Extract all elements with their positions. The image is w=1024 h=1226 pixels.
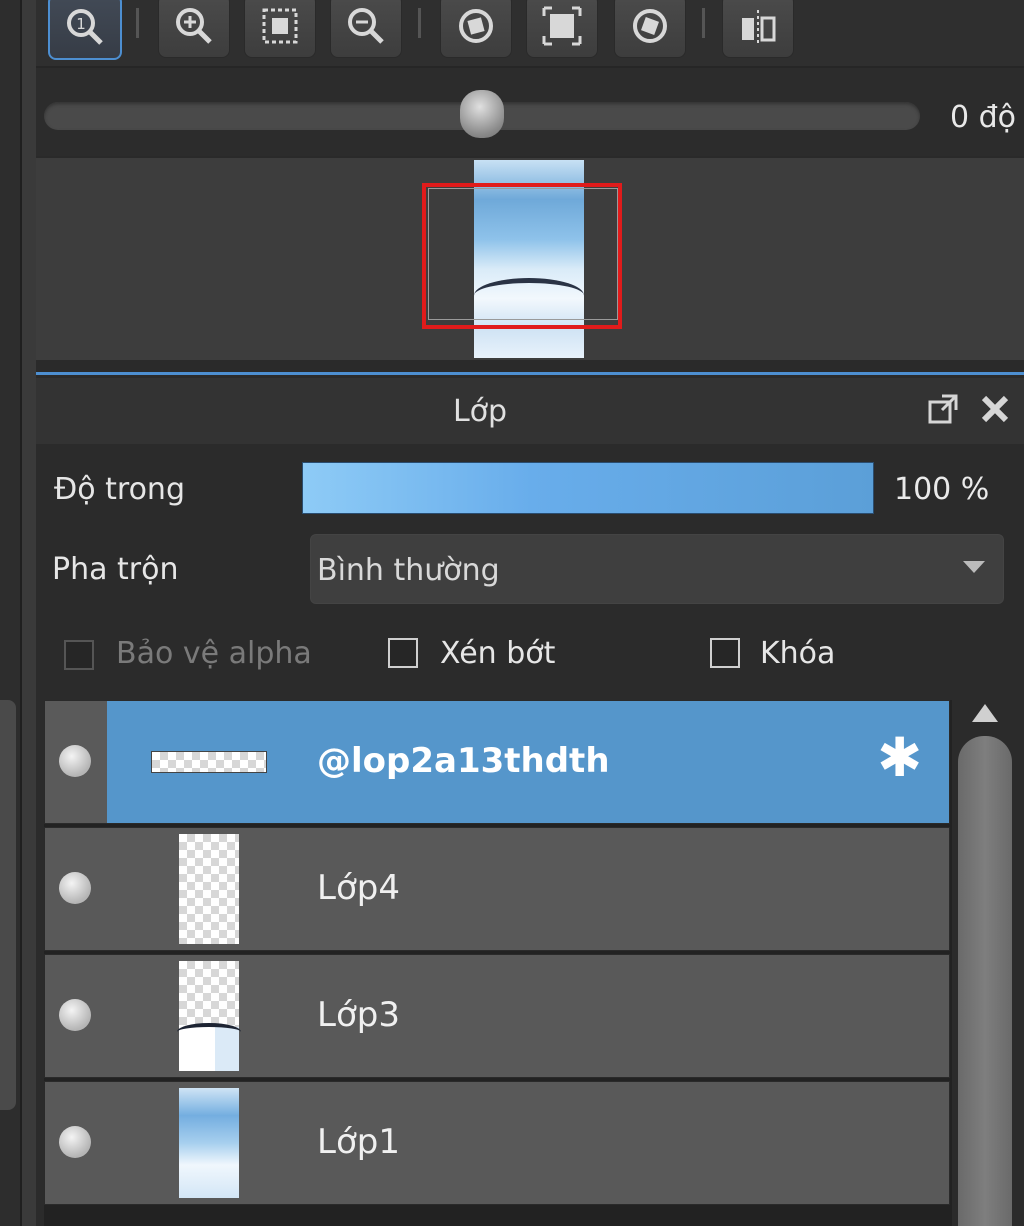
layer-panel-title: Lớp xyxy=(452,394,508,429)
layer-name: Lớp1 xyxy=(317,1122,400,1162)
reset-view-button[interactable] xyxy=(526,0,598,58)
zoom-in-icon xyxy=(176,8,212,44)
navigator-toolbar: 1 xyxy=(36,0,1024,68)
layer-thumbnail xyxy=(151,751,267,773)
scrollbar-thumb[interactable] xyxy=(958,736,1012,1226)
layer-row[interactable]: Lớp1 xyxy=(44,1081,950,1205)
rotate-left-button[interactable] xyxy=(440,0,512,58)
reset-view-icon xyxy=(542,6,582,46)
layer-panel-header: Lớp xyxy=(36,378,1024,444)
panel-divider[interactable] xyxy=(36,372,1024,375)
alpha-protect-checkbox[interactable] xyxy=(64,640,94,670)
layer-list-scrollbar[interactable] xyxy=(956,700,1016,1226)
toolbar-separator xyxy=(702,8,705,38)
flip-horizontal-button[interactable] xyxy=(722,0,794,58)
opacity-slider[interactable] xyxy=(302,462,874,514)
popout-icon[interactable] xyxy=(926,392,960,426)
viewport-indicator[interactable] xyxy=(422,183,622,329)
left-panel-edge xyxy=(0,0,36,1226)
alpha-protect-label: Bảo vệ alpha xyxy=(116,636,312,671)
layer-thumbnail-arc xyxy=(177,1023,241,1041)
fit-screen-button[interactable] xyxy=(244,0,316,58)
visibility-icon xyxy=(59,999,91,1031)
svg-text:1: 1 xyxy=(76,15,86,33)
visibility-icon xyxy=(59,872,91,904)
layer-name: Lớp3 xyxy=(317,995,400,1035)
toolbar-separator xyxy=(418,8,421,38)
zoom-out-icon xyxy=(348,8,384,44)
layer-thumbnail xyxy=(177,961,241,1071)
left-scrollbar-thumb[interactable] xyxy=(0,700,16,1110)
visibility-icon xyxy=(59,745,91,777)
navigator-panel: 1 0 độ xyxy=(36,0,1024,372)
zoom-actual-button[interactable]: 1 xyxy=(48,0,122,60)
blend-mode-value: Bình thường xyxy=(317,553,500,588)
rotation-value: 0 độ xyxy=(949,100,1016,135)
layer-name: @lop2a13thdth xyxy=(317,741,610,781)
fit-screen-icon xyxy=(262,8,298,44)
navigator-preview[interactable] xyxy=(36,158,1024,360)
opacity-value: 100 % xyxy=(894,472,990,507)
rotation-slider-thumb[interactable] xyxy=(460,90,504,138)
visibility-toggle[interactable] xyxy=(45,701,107,823)
zoom-actual-icon: 1 xyxy=(67,9,103,45)
gear-icon[interactable]: ✱ xyxy=(877,731,922,785)
layer-thumbnail xyxy=(179,834,239,944)
opacity-label: Độ trong xyxy=(54,472,185,507)
lock-label: Khóa xyxy=(760,636,836,671)
layer-row[interactable]: Lớp3 xyxy=(44,954,950,1078)
close-icon[interactable] xyxy=(978,392,1012,426)
scroll-up-arrow-icon[interactable] xyxy=(972,704,998,722)
rotate-right-icon xyxy=(633,9,667,43)
layer-row[interactable]: Lớp4 xyxy=(44,827,950,951)
layer-name: Lớp4 xyxy=(317,868,400,908)
visibility-toggle[interactable] xyxy=(45,955,107,1077)
blend-mode-label: Pha trộn xyxy=(52,552,179,587)
chevron-down-icon xyxy=(963,561,985,573)
rotate-left-icon xyxy=(459,9,493,43)
layer-thumbnail xyxy=(179,1088,239,1198)
zoom-in-button[interactable] xyxy=(158,0,230,58)
visibility-toggle[interactable] xyxy=(45,828,107,950)
clip-checkbox[interactable] xyxy=(388,638,418,668)
layer-list: @lop2a13thdth ✱ Lớp4 Lớp3 Lớp1 xyxy=(44,700,952,1226)
visibility-icon xyxy=(59,1126,91,1158)
lock-checkbox[interactable] xyxy=(710,638,740,668)
layer-row[interactable]: @lop2a13thdth ✱ xyxy=(44,700,950,824)
toolbar-separator xyxy=(136,8,139,38)
blend-mode-select[interactable]: Bình thường xyxy=(310,534,1004,604)
zoom-out-button[interactable] xyxy=(330,0,402,58)
clip-label: Xén bớt xyxy=(440,636,556,671)
visibility-toggle[interactable] xyxy=(45,1082,107,1204)
rotate-right-button[interactable] xyxy=(614,0,686,58)
flip-horizontal-icon xyxy=(742,10,776,44)
rotation-row: 0 độ xyxy=(36,68,1024,156)
